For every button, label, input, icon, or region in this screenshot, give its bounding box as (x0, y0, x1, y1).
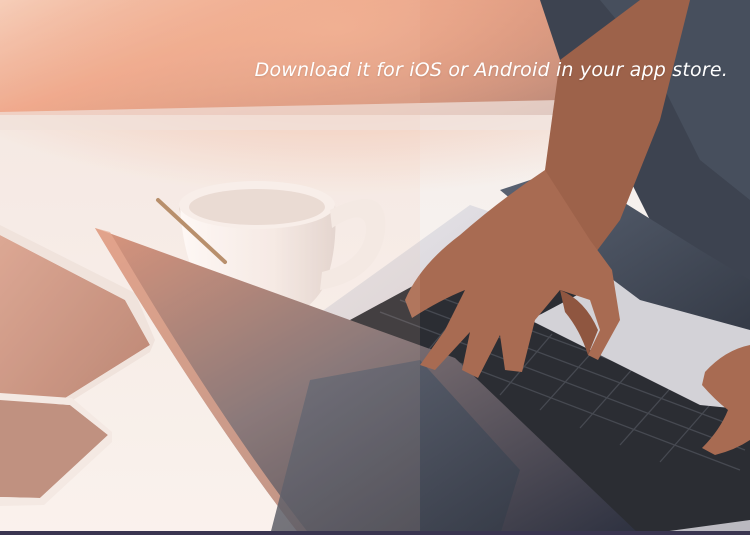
hero-banner: Download it for iOS or Android in your a… (0, 0, 750, 535)
hero-caption: Download it for iOS or Android in your a… (254, 59, 728, 81)
bottom-divider (0, 531, 750, 535)
